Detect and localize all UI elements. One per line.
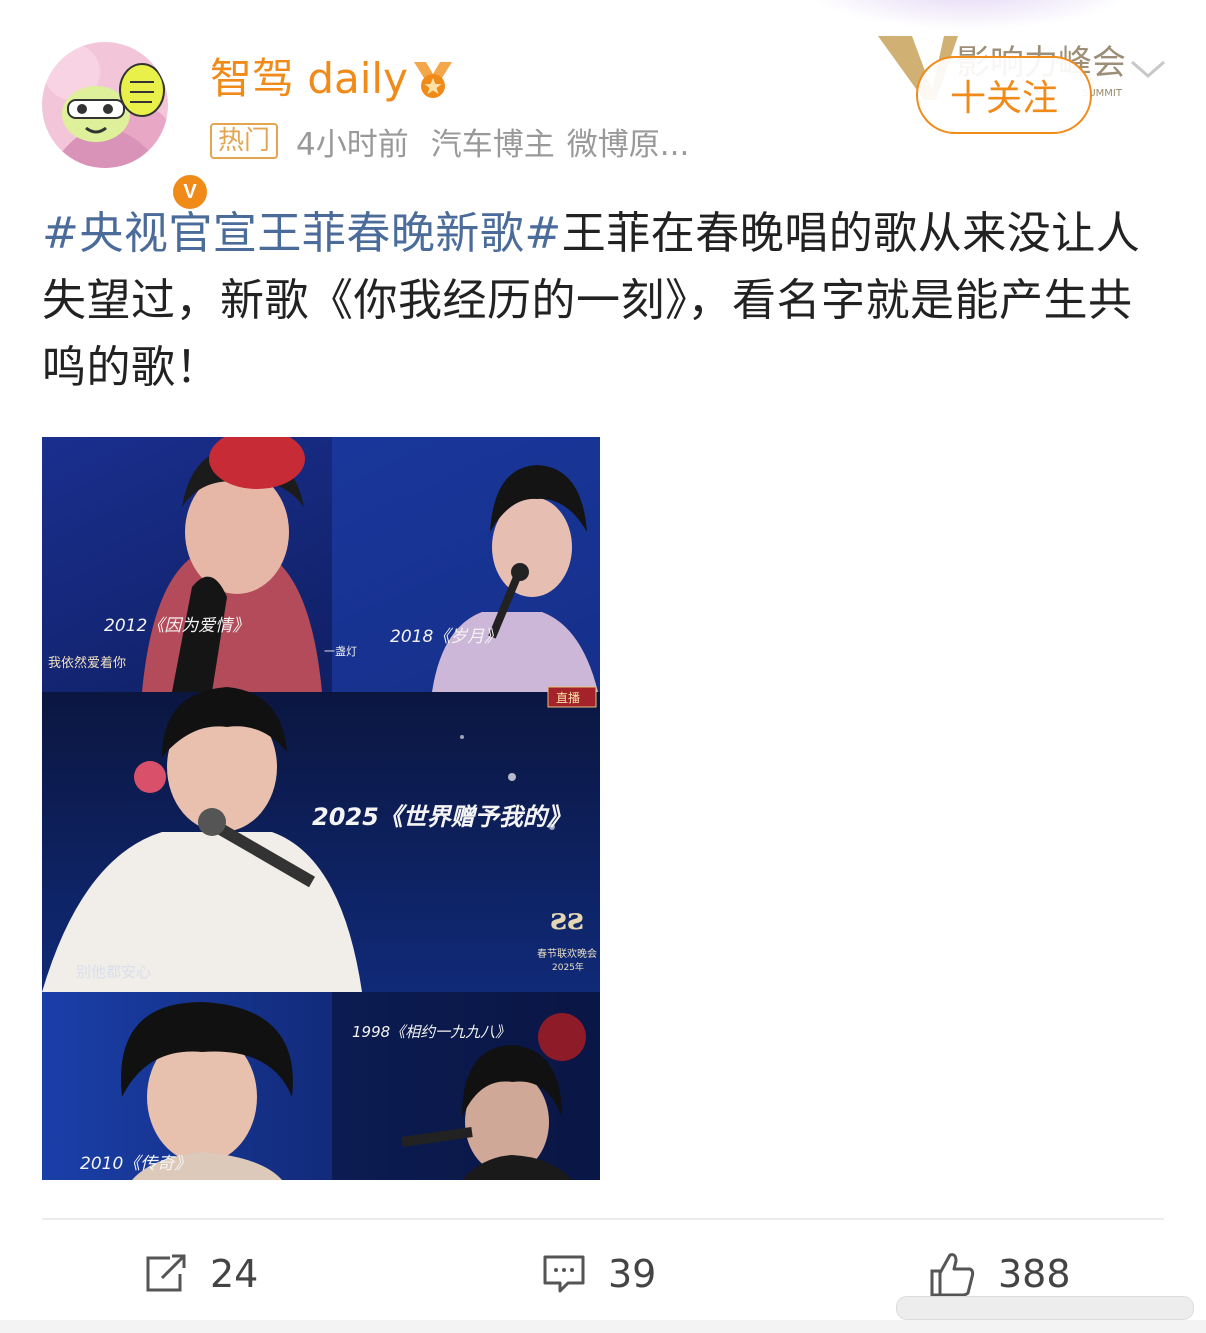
medal-icon (414, 62, 452, 98)
caption-2018: 2018《岁月》 (390, 627, 501, 647)
divider (42, 1218, 1164, 1220)
post-meta: 热门 4小时前 汽车博主 微博原... (210, 120, 690, 163)
live-badge-text: 直播 (556, 691, 580, 705)
like-count: 388 (998, 1252, 1071, 1296)
caption-2010: 2010《传奇》 (80, 1154, 191, 1174)
follow-button[interactable]: 十关注 (916, 56, 1092, 134)
top-glow-decoration (800, 0, 1140, 30)
hot-tag: 热门 (210, 123, 279, 159)
thumbs-up-icon (930, 1253, 975, 1297)
comment-count: 39 (608, 1252, 657, 1296)
chevron-down-icon[interactable] (1128, 58, 1168, 82)
post-text: #央视官宣王菲春晚新歌#王菲在春晚唱的歌从来没让人失望过，新歌《你我经历的一刻》… (42, 200, 1172, 401)
gala-text: 春节联欢晚会 (537, 947, 597, 960)
like-button[interactable]: 388 (928, 1246, 1071, 1302)
post-time: 4小时前 (296, 126, 409, 163)
repost-button[interactable]: 24 (144, 1246, 258, 1302)
comment-icon (543, 1255, 585, 1293)
repost-icon (146, 1254, 186, 1292)
subtitle-2025: 别他都安心 (76, 963, 151, 981)
topic-link[interactable]: #央视官宣王菲春晚新歌# (42, 208, 562, 259)
repost-count: 24 (210, 1252, 259, 1296)
collage-image: ƨƨ 春节联欢晚会 2025年 2012《因为爱情》 我依然爱着你 一盏灯 20… (42, 437, 600, 1180)
post-image[interactable]: ƨƨ 春节联欢晚会 2025年 2012《因为爱情》 我依然爱着你 一盏灯 20… (42, 437, 600, 1180)
gala-logo-icon: ƨƨ (550, 902, 584, 937)
comment-button[interactable]: 39 (542, 1246, 656, 1302)
avatar[interactable]: V (42, 42, 210, 212)
subtitle-mid: 一盏灯 (324, 644, 357, 658)
bottom-bar (0, 1320, 1206, 1333)
home-indicator (896, 1296, 1194, 1320)
caption-1998: 1998《相约一九九八》 (352, 1023, 510, 1041)
post-source: 微博原... (566, 126, 690, 163)
caption-2012: 2012《因为爱情》 (104, 616, 249, 636)
author-name[interactable]: 智驾 daily (210, 52, 408, 106)
avatar-cartoon-icon (42, 42, 168, 168)
author-tag: 汽车博主 (430, 126, 555, 163)
caption-2025: 2025《世界赠予我的》 (312, 803, 571, 831)
gala-year-text: 2025年 (552, 961, 584, 973)
subtitle-left: 我依然爱着你 (48, 655, 126, 671)
